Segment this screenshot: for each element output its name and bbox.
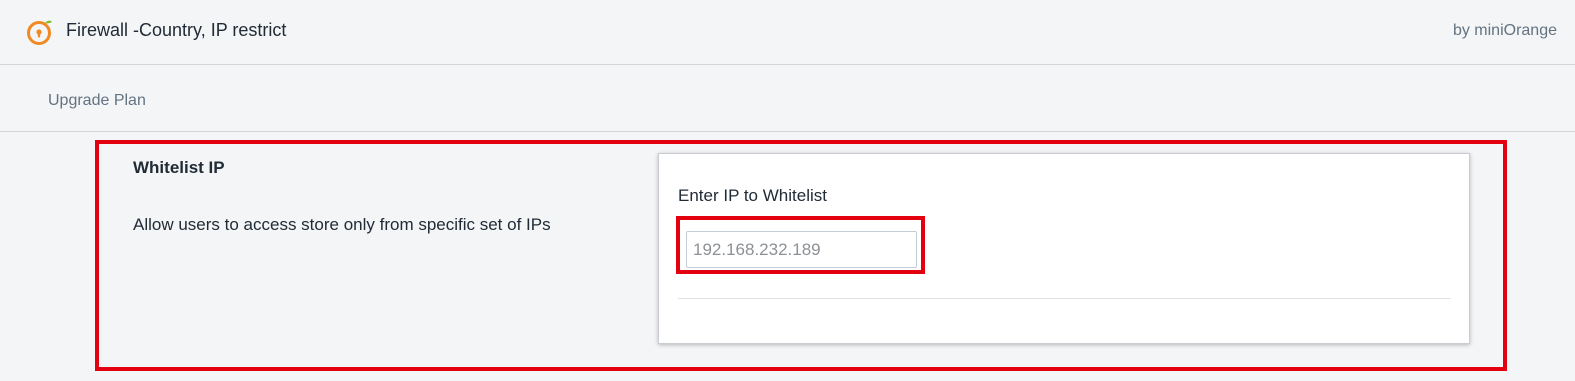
app-header: Firewall -Country, IP restrict by miniOr… (0, 0, 1575, 65)
ip-field-label: Enter IP to Whitelist (678, 186, 827, 205)
section-title: Whitelist IP (133, 158, 225, 177)
vendor-byline: by miniOrange (1452, 22, 1557, 39)
miniorange-logo-icon (27, 20, 52, 45)
card-divider (678, 298, 1451, 299)
app-title: Firewall -Country, IP restrict (66, 20, 287, 40)
section-description: Allow users to access store only from sp… (133, 215, 551, 234)
whitelist-ip-input[interactable] (686, 231, 917, 268)
upgrade-plan-link[interactable]: Upgrade Plan (48, 92, 146, 110)
sub-navigation: Upgrade Plan (0, 65, 1575, 132)
